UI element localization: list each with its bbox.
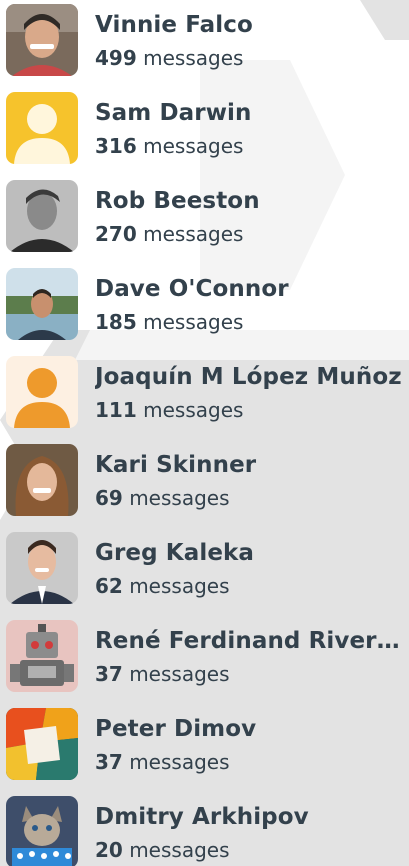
message-count-unit: messages <box>143 397 244 422</box>
contributor-name: Dmitry Arkhipov <box>95 803 309 830</box>
avatar <box>6 620 78 692</box>
contributor-item[interactable]: René Ferdinand Rivera ... 37 messages <box>6 620 409 692</box>
message-count: 37 messages <box>95 748 409 776</box>
contributor-name: Vinnie Falco <box>95 11 253 38</box>
message-count-number: 37 <box>95 749 123 774</box>
avatar <box>6 708 78 780</box>
contributor-item[interactable]: Rob Beeston 270 messages <box>6 180 409 252</box>
message-count: 20 messages <box>95 836 409 864</box>
message-count-unit: messages <box>143 221 244 246</box>
message-count-number: 316 <box>95 133 137 158</box>
message-count-unit: messages <box>129 837 230 862</box>
contributor-item[interactable]: Joaquín M López Muñoz 111 messages <box>6 356 409 428</box>
contributor-list: Vinnie Falco 499 messages Sam Darwin 316… <box>6 4 409 866</box>
contributor-item[interactable]: Vinnie Falco 499 messages <box>6 4 409 76</box>
message-count: 111 messages <box>95 396 409 424</box>
message-count-unit: messages <box>143 133 244 158</box>
message-count: 499 messages <box>95 44 409 72</box>
message-count-number: 111 <box>95 397 137 422</box>
avatar <box>6 356 78 428</box>
contributor-name: Dave O'Connor <box>95 275 289 302</box>
message-count-number: 499 <box>95 45 137 70</box>
cat-photo-icon <box>6 796 78 866</box>
message-count-unit: messages <box>129 661 230 686</box>
message-count-number: 20 <box>95 837 123 862</box>
contributor-name: René Ferdinand Rivera ... <box>95 627 409 654</box>
user-photo-icon <box>6 444 78 516</box>
avatar <box>6 444 78 516</box>
message-count-unit: messages <box>129 573 230 598</box>
contributor-name: Sam Darwin <box>95 99 252 126</box>
robot-toy-icon <box>6 620 78 692</box>
avatar <box>6 796 78 866</box>
contributor-item[interactable]: Sam Darwin 316 messages <box>6 92 409 164</box>
default-user-icon <box>6 92 78 164</box>
user-photo-icon <box>6 4 78 76</box>
message-count: 316 messages <box>95 132 409 160</box>
message-count-number: 185 <box>95 309 137 334</box>
avatar <box>6 92 78 164</box>
message-count: 37 messages <box>95 660 409 688</box>
contributor-name: Joaquín M López Muñoz <box>95 363 402 390</box>
contributor-name: Peter Dimov <box>95 715 257 742</box>
avatar <box>6 268 78 340</box>
contributor-item[interactable]: Kari Skinner 69 messages <box>6 444 409 516</box>
contributor-name: Kari Skinner <box>95 451 257 478</box>
message-count: 270 messages <box>95 220 409 248</box>
message-count: 62 messages <box>95 572 409 600</box>
user-photo-icon <box>6 268 78 340</box>
message-count-number: 62 <box>95 573 123 598</box>
contributor-item[interactable]: Greg Kaleka 62 messages <box>6 532 409 604</box>
message-count: 69 messages <box>95 484 409 512</box>
contributor-name: Greg Kaleka <box>95 539 255 566</box>
contributor-item[interactable]: Dmitry Arkhipov 20 messages <box>6 796 409 866</box>
message-count: 185 messages <box>95 308 409 336</box>
avatar <box>6 180 78 252</box>
colorful-tiles-icon <box>6 708 78 780</box>
message-count-number: 69 <box>95 485 123 510</box>
default-user-icon <box>6 356 78 428</box>
message-count-number: 270 <box>95 221 137 246</box>
message-count-unit: messages <box>129 485 230 510</box>
user-photo-icon <box>6 180 78 252</box>
contributor-name: Rob Beeston <box>95 187 260 214</box>
avatar <box>6 4 78 76</box>
contributor-item[interactable]: Peter Dimov 37 messages <box>6 708 409 780</box>
message-count-number: 37 <box>95 661 123 686</box>
avatar <box>6 532 78 604</box>
message-count-unit: messages <box>143 45 244 70</box>
user-photo-icon <box>6 532 78 604</box>
message-count-unit: messages <box>143 309 244 334</box>
message-count-unit: messages <box>129 749 230 774</box>
contributor-item[interactable]: Dave O'Connor 185 messages <box>6 268 409 340</box>
